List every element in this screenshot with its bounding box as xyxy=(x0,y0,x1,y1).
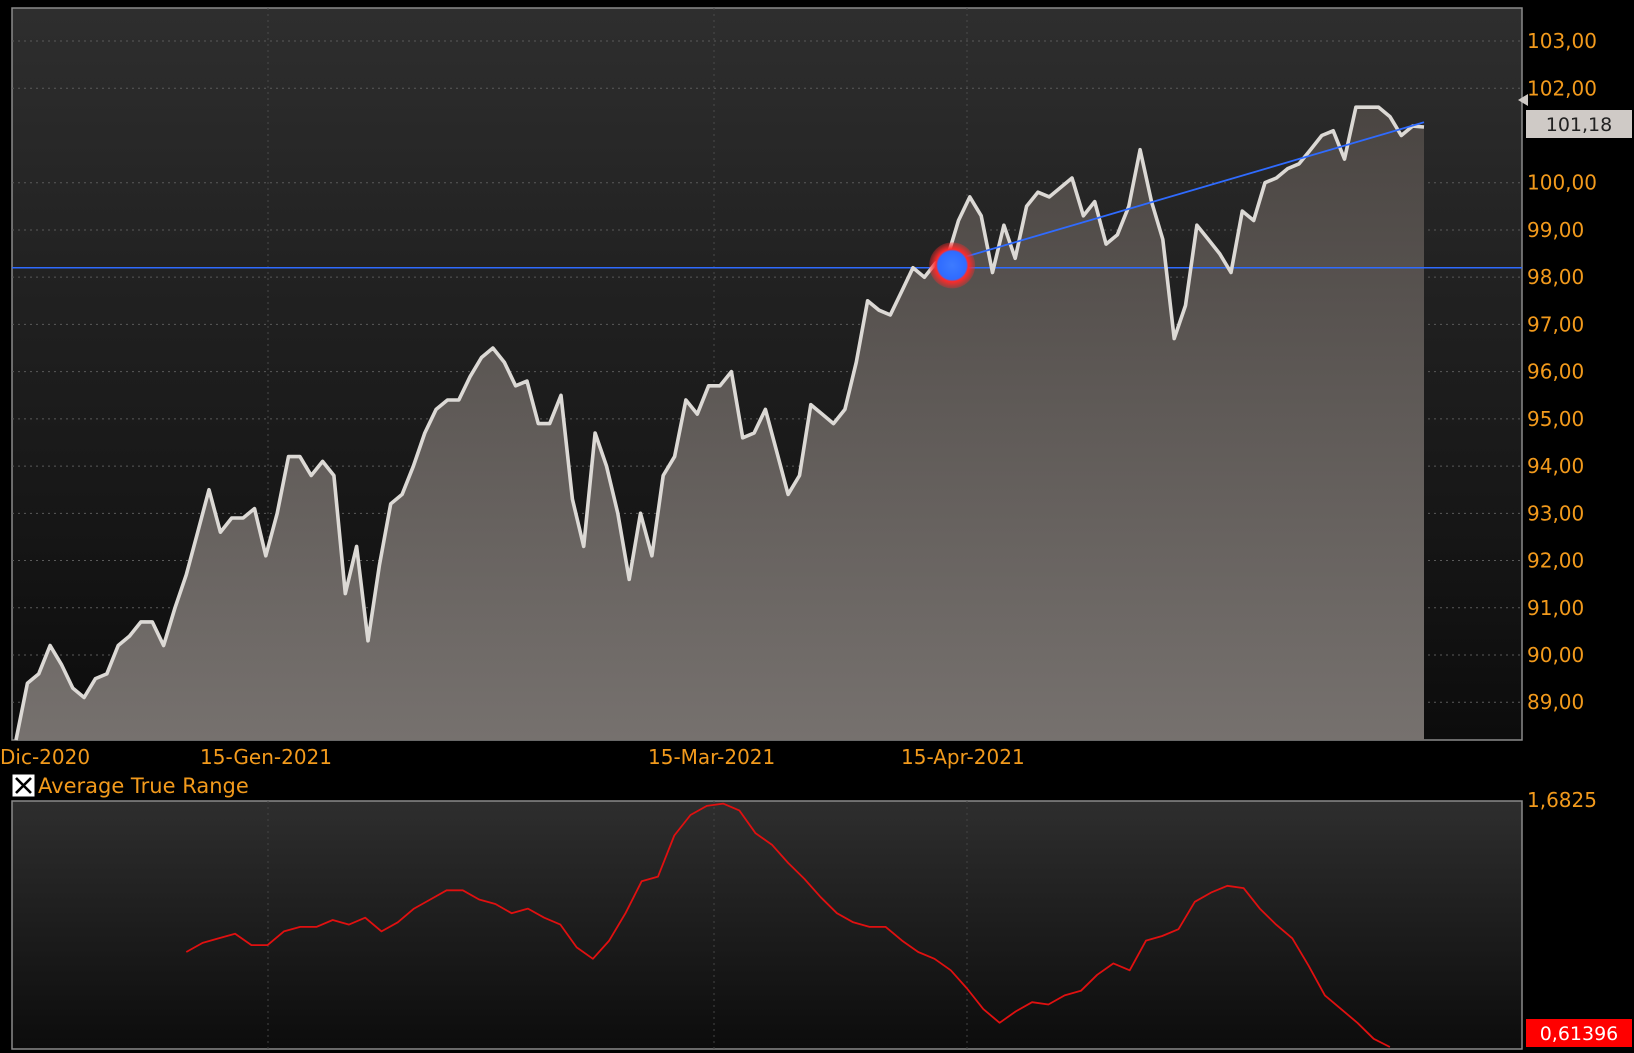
chart-canvas: 89,00 90,00 91,00 92,00 93,00 94,00 95,00 96,00… xyxy=(0,7,1632,1050)
close-indicator-icon[interactable] xyxy=(12,774,35,797)
indicator-header: Average True Range xyxy=(12,774,249,798)
price-panel: 89,00 90,00 91,00 92,00 93,00 94,00 95,00 96,00… xyxy=(11,7,1632,741)
price-y-tick-label: 97,00 xyxy=(1527,312,1584,336)
trend-anchor-marker[interactable] xyxy=(929,242,976,289)
price-y-tick-label: 94,00 xyxy=(1527,454,1584,478)
atr-y-tick-label: 1,6825 xyxy=(1527,788,1597,812)
price-y-tick-label: 93,00 xyxy=(1527,501,1584,525)
price-y-tick-label: 90,00 xyxy=(1527,643,1584,667)
price-y-tick-label: 100,00 xyxy=(1527,171,1597,195)
x-tick-label: Dic-2020 xyxy=(0,745,90,769)
price-y-tick-label: 98,00 xyxy=(1527,265,1584,289)
x-tick-label: 15-Apr-2021 xyxy=(901,745,1025,769)
indicator-title: Average True Range xyxy=(38,774,249,798)
price-y-tick-label: 102,00 xyxy=(1527,76,1597,100)
price-y-tick-label: 89,00 xyxy=(1527,690,1584,714)
x-tick-label: 15-Gen-2021 xyxy=(200,745,332,769)
atr-plot-background xyxy=(11,800,1523,1050)
price-y-tick-label: 103,00 xyxy=(1527,29,1597,53)
date-x-axis: Dic-2020 15-Gen-2021 15-Mar-2021 15-Apr-… xyxy=(0,745,1025,769)
x-tick-label: 15-Mar-2021 xyxy=(648,745,775,769)
price-y-tick-label: 91,00 xyxy=(1527,596,1584,620)
last-atr-label: 0,61396 xyxy=(1540,1023,1619,1045)
price-y-tick-label: 92,00 xyxy=(1527,549,1584,573)
price-y-tick-label: 99,00 xyxy=(1527,218,1584,242)
price-y-tick-label: 96,00 xyxy=(1527,360,1584,384)
last-price-label: 101,18 xyxy=(1546,114,1612,136)
price-y-tick-label: 95,00 xyxy=(1527,407,1584,431)
atr-panel: 1,6825 0,61396 xyxy=(11,788,1632,1050)
